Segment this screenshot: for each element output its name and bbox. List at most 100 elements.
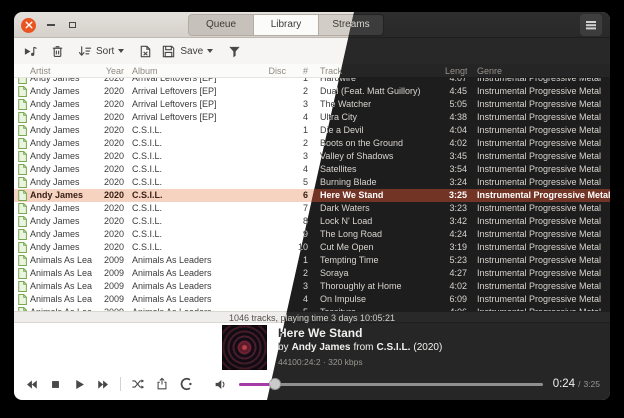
column-header-genre[interactable]: Genre — [467, 66, 610, 76]
filter-icon — [227, 44, 242, 59]
clear-playlist-button[interactable] — [135, 42, 156, 61]
menu-button[interactable] — [580, 14, 602, 36]
cell-track: Valley of Shadows — [308, 150, 445, 163]
stop-button[interactable] — [44, 374, 66, 394]
file-audio-icon — [18, 78, 27, 84]
sort-button[interactable]: Sort — [74, 42, 127, 61]
previous-icon — [25, 378, 38, 391]
hamburger-menu-icon — [586, 21, 596, 23]
transport-separator — [120, 377, 121, 391]
cell-album: Arrival Leftovers [EP] — [124, 78, 262, 85]
cell-album: C.S.I.L. — [124, 202, 262, 215]
cell-length: 3:25 — [445, 189, 467, 202]
sort-label: Sort — [96, 46, 114, 57]
now-playing-format: 44100:24:2 · 320 kbps — [278, 357, 363, 367]
tab-library[interactable]: Library — [253, 14, 319, 36]
from-label: from — [353, 342, 373, 353]
next-button[interactable] — [92, 374, 114, 394]
export-icon — [155, 377, 169, 391]
cell-year: 2020 — [92, 124, 124, 137]
export-button[interactable] — [151, 374, 173, 394]
cell-genre: Instrumental Progressive Metal — [467, 85, 610, 98]
tab-queue[interactable]: Queue — [188, 14, 254, 36]
file-audio-icon-cell — [14, 86, 30, 97]
column-header-length[interactable]: Length — [445, 66, 467, 76]
column-header-artist[interactable]: Artist — [30, 66, 92, 76]
save-button[interactable]: Save — [158, 42, 216, 61]
cell-num: 2 — [286, 137, 308, 150]
file-audio-icon — [18, 229, 27, 240]
now-playing-album: C.S.I.L. — [376, 342, 410, 353]
file-audio-icon — [18, 242, 27, 253]
cell-album: Arrival Leftovers [EP] — [124, 85, 262, 98]
time-display: 0:24 / 3:25 — [553, 378, 600, 390]
cell-track: Thoroughly at Home — [308, 280, 445, 293]
remove-button[interactable] — [47, 42, 68, 61]
cell-year: 2020 — [92, 189, 124, 202]
cell-artist: Andy James — [30, 124, 92, 137]
file-audio-icon-cell — [14, 216, 30, 227]
cell-num: 6 — [286, 189, 308, 202]
caret-down-icon — [207, 49, 213, 53]
app-window: Queue Library Streams Sort Save — [14, 12, 610, 400]
cell-num: 3 — [286, 150, 308, 163]
cell-album: C.S.I.L. — [124, 241, 262, 254]
filter-button[interactable] — [224, 42, 245, 61]
cell-length: 4:04 — [445, 124, 467, 137]
file-audio-icon-cell — [14, 242, 30, 253]
total-time: 3:25 — [583, 379, 600, 389]
cell-length: 3:54 — [445, 163, 467, 176]
cell-genre: Instrumental Progressive Metal — [467, 241, 610, 254]
cell-length: 6:09 — [445, 293, 467, 306]
file-audio-icon — [18, 125, 27, 136]
cell-genre: Instrumental Progressive Metal — [467, 306, 610, 311]
seek-slider[interactable] — [239, 383, 543, 386]
column-header-year[interactable]: Year — [92, 66, 124, 76]
close-button[interactable] — [21, 18, 36, 33]
volume-button[interactable] — [209, 374, 231, 394]
cell-length: 4:07 — [445, 78, 467, 85]
shuffle-button[interactable] — [127, 374, 149, 394]
cell-num: 8 — [286, 215, 308, 228]
cell-length: 4:24 — [445, 228, 467, 241]
file-audio-icon-cell — [14, 255, 30, 266]
shuffle-icon — [131, 377, 145, 391]
file-audio-icon — [18, 307, 27, 311]
document-x-icon — [138, 44, 153, 59]
save-icon — [161, 44, 176, 59]
cell-album: C.S.I.L. — [124, 176, 262, 189]
now-playing-artist: Andy James — [292, 342, 351, 353]
close-icon — [25, 21, 33, 29]
crescent-button[interactable] — [175, 374, 197, 394]
file-audio-icon — [18, 138, 27, 149]
play-button[interactable] — [68, 374, 90, 394]
column-header-number[interactable]: # — [286, 66, 308, 76]
cell-artist: Andy James — [30, 111, 92, 124]
cell-genre: Instrumental Progressive Metal — [467, 98, 610, 111]
minimize-button[interactable] — [43, 18, 58, 33]
next-icon — [97, 378, 110, 391]
cell-artist: Andy James — [30, 163, 92, 176]
cell-length: 3:19 — [445, 241, 467, 254]
cell-genre: Instrumental Progressive Metal — [467, 111, 610, 124]
enqueue-button[interactable] — [20, 42, 41, 61]
maximize-button[interactable] — [65, 18, 80, 33]
cell-album: Arrival Leftovers [EP] — [124, 98, 262, 111]
cell-track: Dark Waters — [308, 202, 445, 215]
crescent-icon — [179, 377, 193, 391]
cell-track: Boots on the Ground — [308, 137, 445, 150]
cell-album: Animals As Leaders — [124, 293, 262, 306]
previous-button[interactable] — [20, 374, 42, 394]
cell-year: 2020 — [92, 137, 124, 150]
column-header-album[interactable]: Album — [124, 66, 262, 76]
maximize-icon — [69, 22, 76, 28]
cell-genre: Instrumental Progressive Metal — [467, 124, 610, 137]
file-audio-icon-cell — [14, 190, 30, 201]
file-audio-icon-cell — [14, 99, 30, 110]
file-audio-icon — [18, 164, 27, 175]
cell-artist: Andy James — [30, 150, 92, 163]
column-header-disc[interactable]: Disc — [262, 66, 286, 76]
file-audio-icon — [18, 112, 27, 123]
now-playing-year: (2020) — [413, 342, 442, 353]
cell-artist: Andy James — [30, 98, 92, 111]
